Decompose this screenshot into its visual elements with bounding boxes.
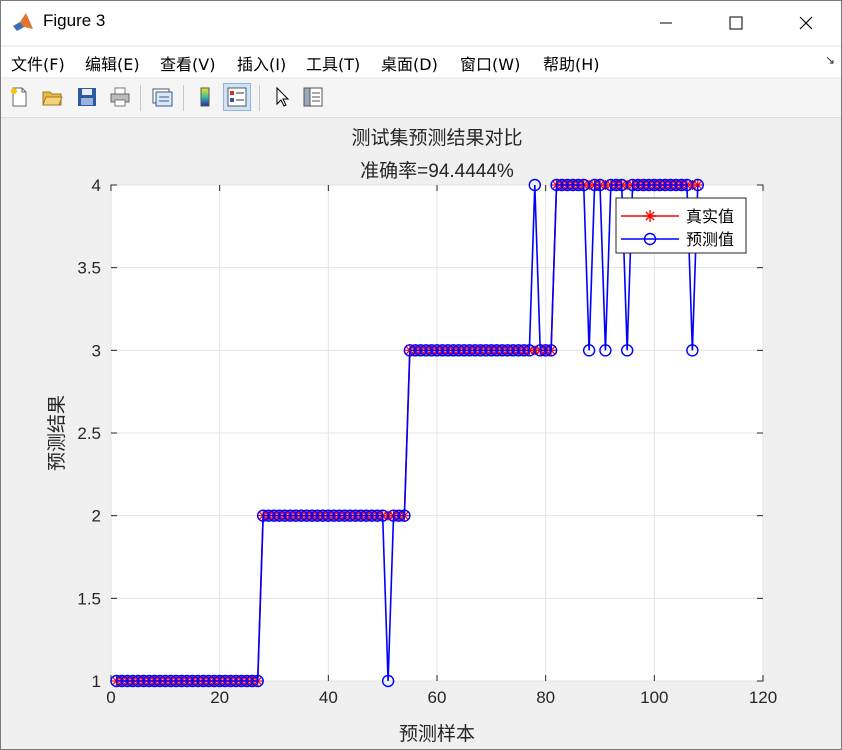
y-tick-label: 2 [92,507,101,526]
legend[interactable]: 真实值 预测值 [615,197,747,254]
x-tick-label: 0 [106,688,115,707]
x-tick-label: 60 [428,688,447,707]
toolbar-separator [259,85,260,111]
menu-edit[interactable]: 编辑(E) [85,51,140,75]
y-tick-label: 3.5 [77,259,101,278]
matlab-logo-icon [13,13,33,31]
print-icon [110,87,130,107]
dock-arrow-icon[interactable]: ↘ [825,53,835,67]
menu-bar: 文件(F) 编辑(E) 查看(V) 插入(I) 工具(T) 桌面(D) 窗口(W… [1,47,841,77]
x-tick-label: 20 [210,688,229,707]
y-tick-label: 3 [92,341,101,360]
colorbar-button[interactable] [191,83,219,111]
new-file-button[interactable] [5,83,33,111]
save-icon [78,88,96,106]
new-file-icon [11,87,27,107]
y-tick-label: 4 [92,176,101,195]
close-button[interactable] [771,1,841,45]
open-folder-button[interactable] [38,83,66,111]
print-button[interactable] [106,83,134,111]
maximize-button[interactable] [701,1,771,45]
chart-title: 测试集预测结果对比 [351,127,522,149]
link-plot-button[interactable] [148,83,176,111]
toolbar-separator [140,85,141,111]
menu-window[interactable]: 窗口(W) [460,51,520,75]
menu-tools[interactable]: 工具(T) [306,51,360,75]
legend-label-true: 真实值 [686,208,734,226]
open-folder-icon [42,91,63,106]
chart: 0 20 40 60 80 100 120 1 1.5 2 2.5 3 3.5 4 测试集预测结果对比 准… [46,127,777,745]
property-inspector-icon [303,87,323,107]
y-tick-label: 1 [92,672,101,691]
legend-button[interactable] [223,83,251,111]
close-icon [799,16,813,30]
x-tick-label: 80 [536,688,555,707]
menu-insert[interactable]: 插入(I) [237,51,286,75]
menu-file[interactable]: 文件(F) [11,51,65,75]
save-button[interactable] [73,83,101,111]
y-axis-label: 预测结果 [46,395,68,471]
x-tick-label: 120 [749,688,777,707]
toolbar-separator [183,85,184,111]
x-tick-label: 40 [319,688,338,707]
pointer-button[interactable] [267,83,295,111]
y-tick-label: 1.5 [77,589,101,608]
link-plot-icon [152,88,173,107]
menu-help[interactable]: 帮助(H) [543,51,600,75]
pointer-icon [276,86,290,107]
x-axis-label: 预测样本 [399,723,475,745]
menu-desktop[interactable]: 桌面(D) [381,51,438,75]
window-title: Figure 3 [43,11,106,30]
property-inspector-button[interactable] [299,83,327,111]
y-tick-label: 2.5 [77,424,101,443]
toolbar [1,79,841,118]
minimize-icon [660,22,672,24]
legend-icon [227,87,247,107]
chart-subtitle: 准确率=94.4444% [360,160,514,182]
figure-window: Figure 3 文件(F) 编辑(E) 查看(V) 插入(I) 工具(T) 桌… [0,0,842,750]
title-bar: Figure 3 [1,1,841,45]
menu-view[interactable]: 查看(V) [160,51,215,75]
figure-canvas: 0 20 40 60 80 100 120 1 1.5 2 2.5 3 3.5 4 测试集预测结果对比 准… [1,118,841,749]
minimize-button[interactable] [631,1,701,45]
x-tick-label: 100 [640,688,668,707]
legend-label-pred: 预测值 [686,231,734,249]
colorbar-icon [200,87,210,107]
maximize-icon [729,16,743,30]
